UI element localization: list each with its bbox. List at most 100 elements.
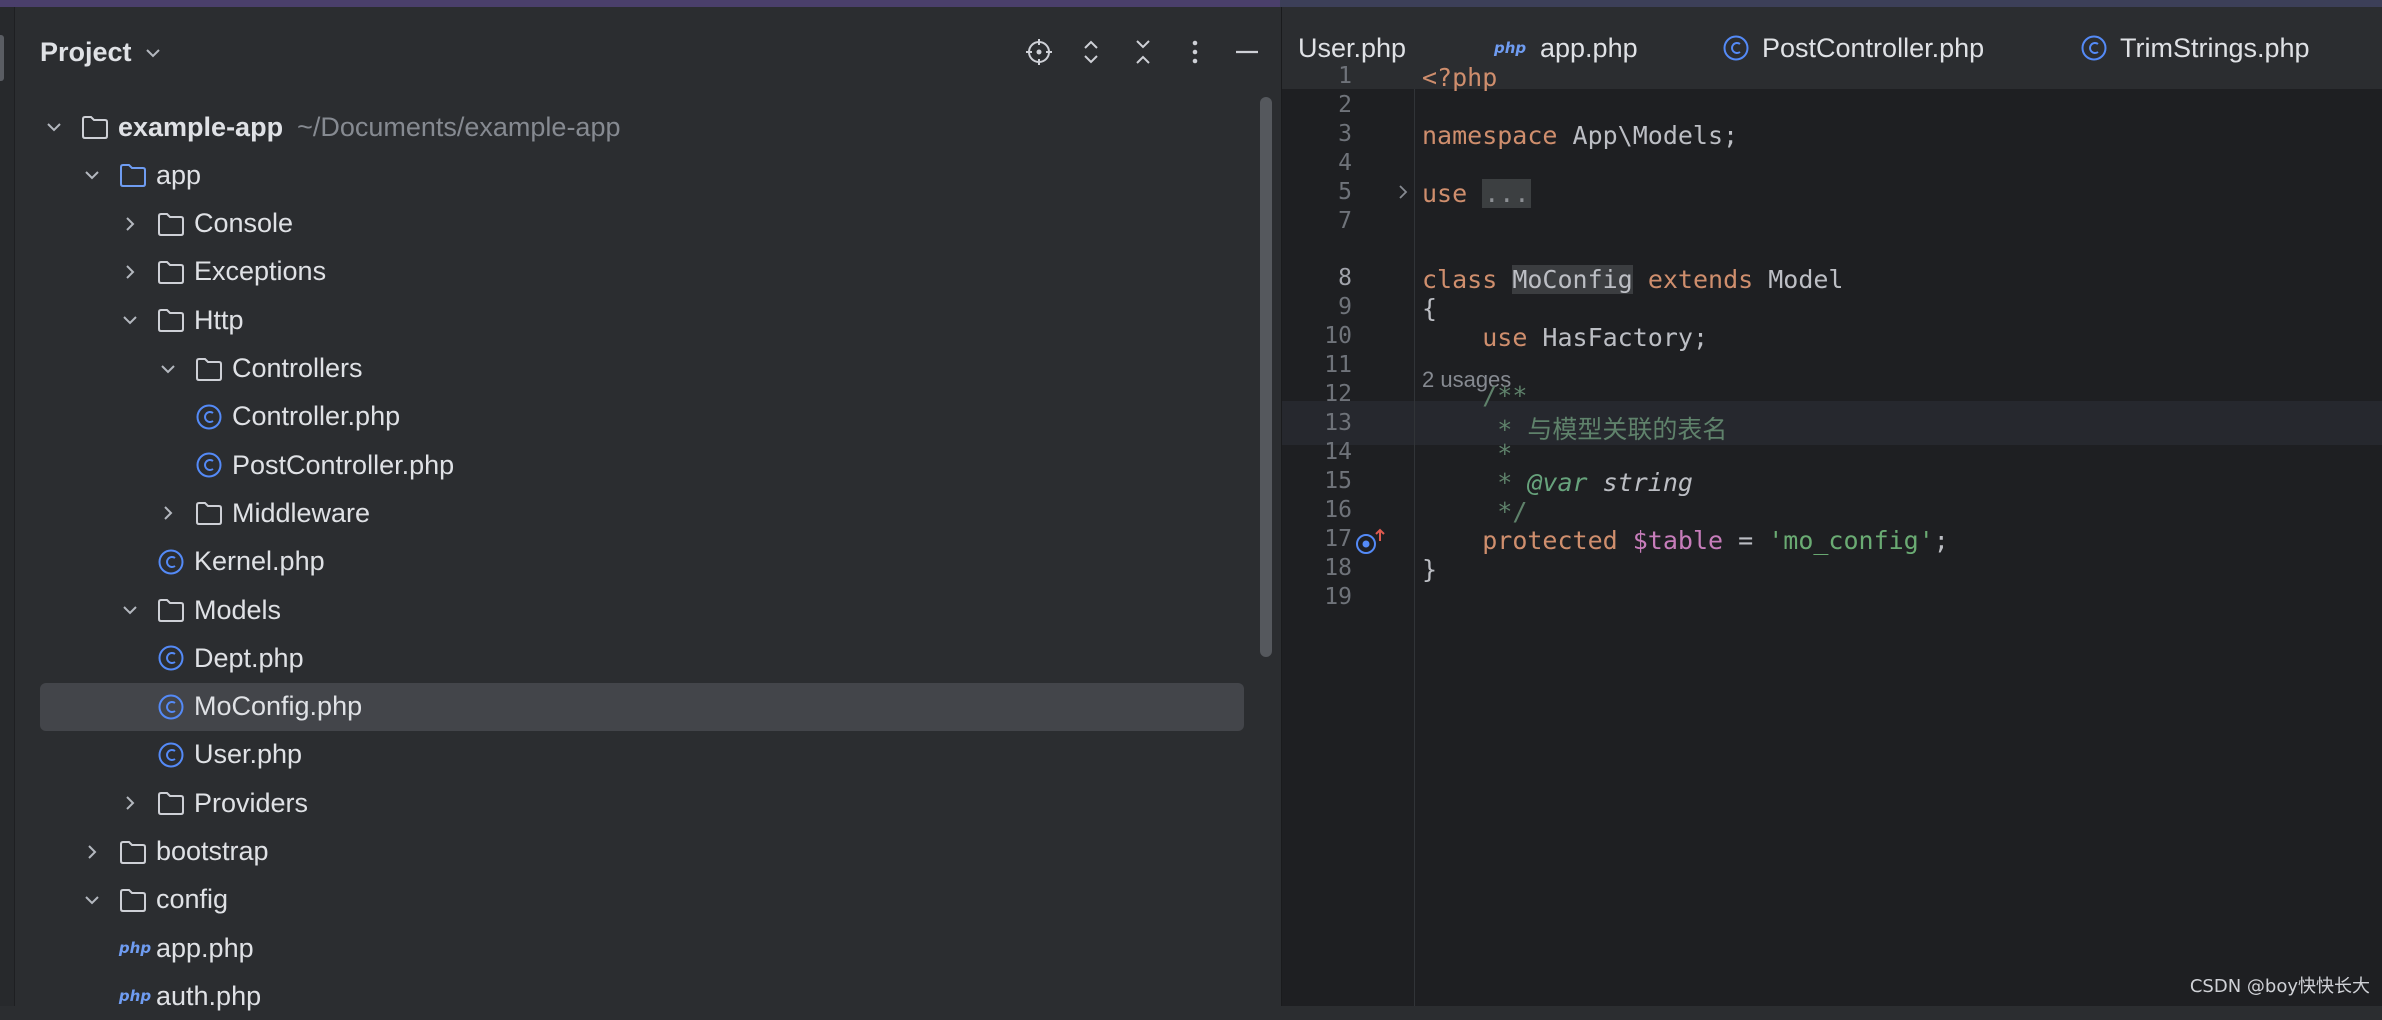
fold-expand-icon[interactable] [1394, 183, 1412, 201]
php-icon: php [1494, 39, 1527, 57]
chevron-right-icon[interactable] [118, 212, 142, 236]
tree-item-label: Middleware [232, 497, 371, 528]
line-number[interactable]: 12 [1292, 381, 1352, 407]
line-number[interactable]: 5 [1292, 179, 1352, 205]
class-icon [156, 643, 186, 673]
tree-item-middleware[interactable]: Middleware [40, 489, 1244, 537]
chevron-right-icon[interactable] [118, 260, 142, 284]
more-options-icon[interactable] [1178, 35, 1212, 69]
chevron-down-icon[interactable] [80, 163, 104, 187]
chevron-down-icon[interactable] [42, 115, 66, 139]
class-icon [156, 740, 186, 770]
line-number[interactable]: 8 [1292, 265, 1352, 291]
tree-item-console[interactable]: Console [40, 200, 1244, 248]
php-file-icon: php [118, 939, 152, 958]
code-line-18[interactable]: } [1422, 555, 1437, 584]
class-icon [2080, 34, 2108, 62]
chevron-right-icon[interactable] [156, 501, 180, 525]
tree-item-app-php[interactable]: php app.php [40, 924, 1244, 972]
expand-all-icon[interactable] [1074, 35, 1108, 69]
tree-item-moconfig-php[interactable]: MoConfig.php [40, 682, 1244, 731]
tree-scrollbar[interactable] [1260, 97, 1272, 657]
collapse-all-icon[interactable] [1126, 35, 1160, 69]
tree-item-app[interactable]: app [40, 151, 1244, 199]
tree-item-label: config [156, 884, 229, 915]
tree-item-label: Console [194, 208, 294, 239]
tree-item-postcontroller-php[interactable]: PostController.php [40, 441, 1244, 489]
tree-item-bootstrap[interactable]: bootstrap [40, 828, 1244, 876]
line-number[interactable]: 18 [1292, 555, 1352, 581]
tab-label: TrimStrings.php [2120, 32, 2310, 63]
tree-item-auth-php[interactable]: php auth.php [40, 972, 1244, 1020]
tree-item-label: Kernel.php [194, 546, 325, 577]
code-line-1[interactable]: <?php [1422, 63, 1497, 92]
code-line-9[interactable]: { [1422, 294, 1437, 323]
property-variable: $table [1632, 526, 1724, 555]
tool-window-active-mark[interactable] [0, 35, 4, 81]
tree-item-kernel-php[interactable]: Kernel.php [40, 538, 1244, 586]
class-name[interactable]: MoConfig [1512, 265, 1633, 294]
tree-item-http[interactable]: Http [40, 296, 1244, 344]
folder-icon [118, 837, 148, 867]
keyword: protected [1482, 526, 1618, 555]
tab-label: User.php [1298, 32, 1407, 63]
code-line-15[interactable]: * @var string [1422, 468, 1693, 497]
line-number[interactable]: 7 [1292, 208, 1352, 234]
code-line-5[interactable]: use ... [1422, 179, 1532, 208]
line-number[interactable]: 13 [1292, 410, 1352, 436]
trait-name: HasFactory; [1527, 323, 1708, 352]
chevron-down-icon[interactable] [118, 308, 142, 332]
code-line-8[interactable]: class MoConfig extends Model [1422, 265, 1843, 294]
chevron-right-icon[interactable] [118, 791, 142, 815]
line-number[interactable]: 10 [1292, 323, 1352, 349]
chevron-down-icon[interactable] [80, 888, 104, 912]
chevron-down-icon[interactable] [143, 43, 163, 63]
minimize-icon[interactable] [1230, 35, 1264, 69]
line-number[interactable]: 9 [1292, 294, 1352, 320]
chevron-down-icon[interactable] [156, 357, 180, 381]
tab-app-php[interactable]: php app.php [1494, 7, 1638, 89]
tree-item-user-php[interactable]: User.php [40, 731, 1244, 779]
tree-item-label: Http [194, 304, 244, 335]
tree-item-dept-php[interactable]: Dept.php [40, 634, 1244, 682]
tree-item-config[interactable]: config [40, 876, 1244, 924]
line-number[interactable]: 3 [1292, 121, 1352, 147]
doc-type: string [1587, 468, 1693, 497]
folder-icon [156, 209, 186, 239]
tree-item-controller-php[interactable]: Controller.php [40, 393, 1244, 441]
code-line-12[interactable]: /** [1422, 381, 1527, 410]
line-number[interactable]: 2 [1292, 92, 1352, 118]
tree-item-providers[interactable]: Providers [40, 779, 1244, 827]
code-line-3[interactable]: namespace App\Models; [1422, 121, 1738, 150]
tree-item-exceptions[interactable]: Exceptions [40, 248, 1244, 296]
folded-imports[interactable]: ... [1482, 179, 1532, 208]
code-line-17[interactable]: protected $table = 'mo_config'; [1422, 526, 1949, 555]
line-number[interactable]: 15 [1292, 468, 1352, 494]
tree-item-models[interactable]: Models [40, 586, 1244, 634]
line-number[interactable]: 11 [1292, 352, 1352, 378]
line-number[interactable]: 17 [1292, 526, 1352, 552]
doc-comment: * [1482, 439, 1513, 468]
line-number[interactable]: 4 [1292, 150, 1352, 176]
code-line-16[interactable]: */ [1422, 497, 1527, 526]
code-line-10[interactable]: use HasFactory; [1422, 323, 1708, 352]
locate-icon[interactable] [1022, 35, 1056, 69]
line-number[interactable]: 16 [1292, 497, 1352, 523]
line-number[interactable]: 14 [1292, 439, 1352, 465]
folder-icon [156, 257, 186, 287]
override-marker-icon[interactable] [1354, 527, 1388, 557]
namespace-name: App\Models; [1557, 121, 1739, 150]
line-number-gutter: 1 2 3 4 5 7 8 9 10 11 12 13 14 15 16 17 18 19 [1282, 63, 1414, 1006]
line-number[interactable]: 19 [1292, 584, 1352, 610]
tool-window-strip [0, 7, 15, 1006]
chevron-down-icon[interactable] [118, 598, 142, 622]
watermark: CSDN @boy快快长大 [2189, 976, 2370, 997]
tree-item-controllers[interactable]: Controllers [40, 345, 1244, 393]
code-line-14[interactable]: * [1422, 439, 1512, 468]
project-panel-title[interactable]: Project [40, 37, 132, 68]
tree-item-example-app[interactable]: example-app ~/Documents/example-app [40, 103, 1244, 151]
tab-trimstrings-php[interactable]: TrimStrings.php [2080, 7, 2310, 89]
tab-postcontroller-php[interactable]: PostController.php [1722, 7, 1984, 89]
line-number[interactable]: 1 [1292, 63, 1352, 89]
chevron-right-icon[interactable] [80, 840, 104, 864]
